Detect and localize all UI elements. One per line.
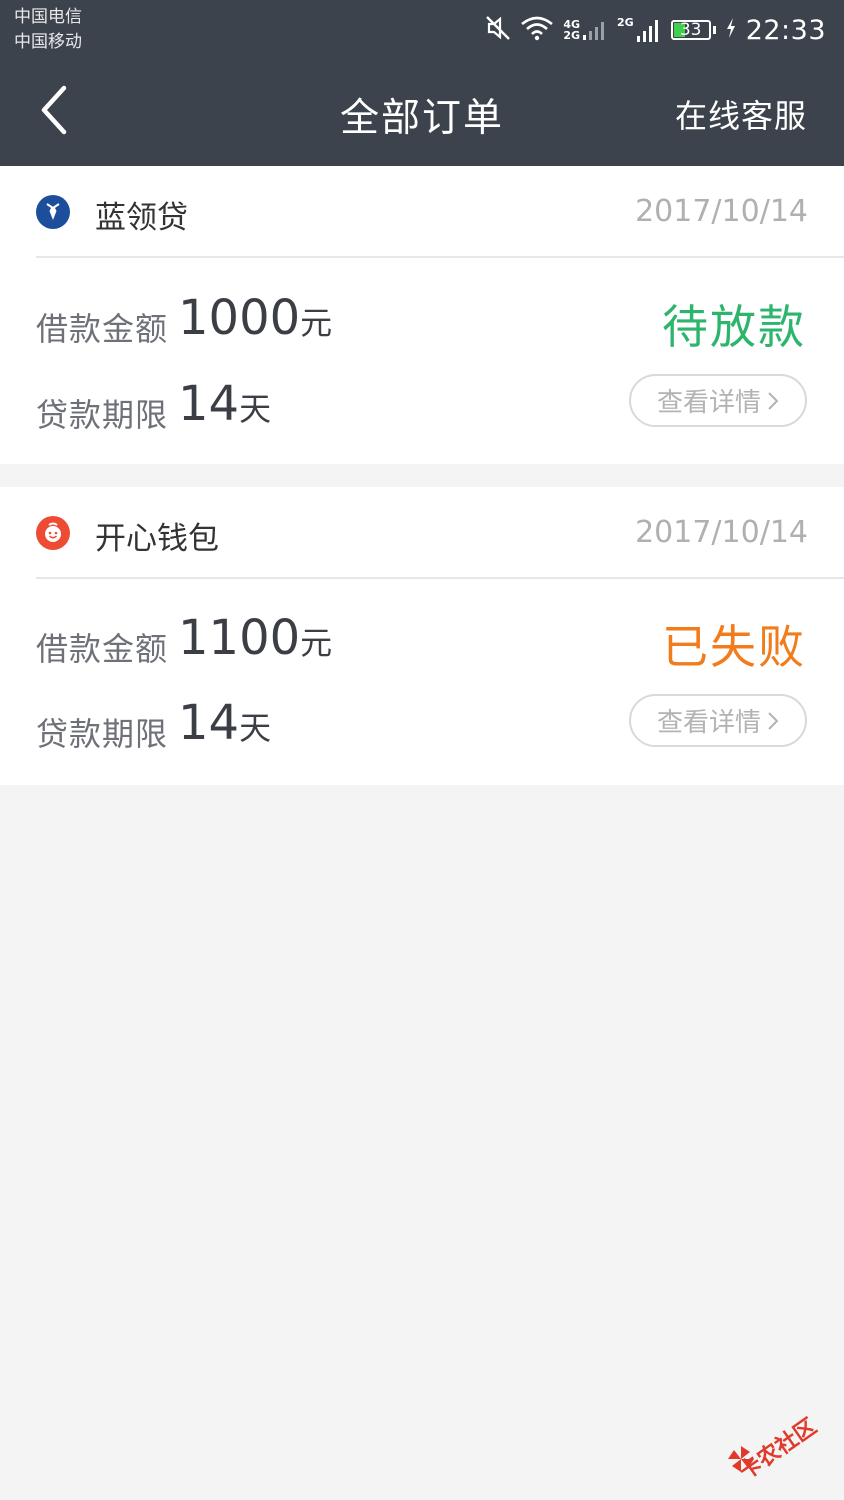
amount-label: 借款金额: [36, 630, 169, 668]
divider: [36, 577, 844, 579]
term-unit: 天: [239, 709, 272, 747]
order-card-header: 开心钱包 2017/10/14: [0, 487, 844, 577]
amount-number: 1100: [178, 610, 301, 666]
status-icons: 4G 2G 2G 33 22:33: [485, 10, 826, 50]
lender-name: 开心钱包: [95, 521, 219, 557]
online-service-button[interactable]: 在线客服: [675, 91, 807, 137]
chevron-right-icon: [768, 391, 779, 410]
order-card: 蓝领贷 2017/10/14 借款金额 1000元 待放款 贷款期限 14天 查…: [0, 166, 844, 464]
view-details-label: 查看详情: [656, 708, 761, 738]
term-label: 贷款期限: [36, 715, 169, 753]
carrier-names: 中国电信 中国移动: [14, 5, 82, 55]
order-card: 开心钱包 2017/10/14 借款金额 1100元 已失败 贷款期限 14天 …: [0, 487, 844, 785]
signal-icon: 4G 2G: [563, 19, 608, 41]
order-status: 待放款: [662, 300, 806, 354]
network-type-2: 2G: [617, 16, 634, 29]
status-bar: 中国电信 中国移动 4G 2G 2G 33 22:33: [0, 0, 844, 60]
order-card-header: 蓝领贷 2017/10/14: [0, 166, 844, 256]
network-type-1b: 2G: [563, 29, 580, 42]
amount-unit: 元: [300, 624, 333, 662]
navigation-bar: 全部订单 在线客服: [0, 60, 844, 166]
term-unit: 天: [239, 390, 272, 428]
watermark: 卡农社区: [726, 1410, 836, 1485]
view-details-button[interactable]: 查看详情: [629, 374, 807, 427]
carrier-1: 中国电信: [14, 7, 82, 27]
signal-icon: 2G: [617, 17, 662, 43]
amount-value: 1100元: [178, 610, 332, 666]
chevron-right-icon: [768, 711, 779, 730]
term-label: 贷款期限: [36, 396, 169, 434]
term-number: 14: [178, 376, 240, 432]
term-value: 14天: [178, 695, 271, 751]
order-date: 2017/10/14: [635, 194, 808, 229]
term-number: 14: [178, 695, 240, 751]
order-status: 已失败: [662, 620, 806, 674]
view-details-button[interactable]: 查看详情: [629, 694, 807, 747]
amount-value: 1000元: [178, 290, 332, 346]
smiley-face-icon: [36, 516, 70, 550]
carrier-2: 中国移动: [14, 32, 82, 52]
tie-icon: [36, 195, 70, 229]
clock: 22:33: [745, 14, 826, 46]
order-date: 2017/10/14: [635, 515, 808, 550]
divider: [36, 256, 844, 258]
mute-icon: [485, 15, 511, 45]
battery-level: 33: [679, 20, 702, 40]
view-details-label: 查看详情: [656, 388, 761, 418]
amount-unit: 元: [300, 304, 333, 342]
wifi-icon: [520, 15, 554, 45]
amount-number: 1000: [178, 290, 301, 346]
battery-cap: [712, 26, 716, 34]
term-value: 14天: [178, 376, 271, 432]
amount-label: 借款金额: [36, 310, 169, 348]
lender-name: 蓝领贷: [95, 200, 188, 236]
charging-icon: [725, 17, 737, 43]
battery-icon: 33: [670, 20, 711, 40]
